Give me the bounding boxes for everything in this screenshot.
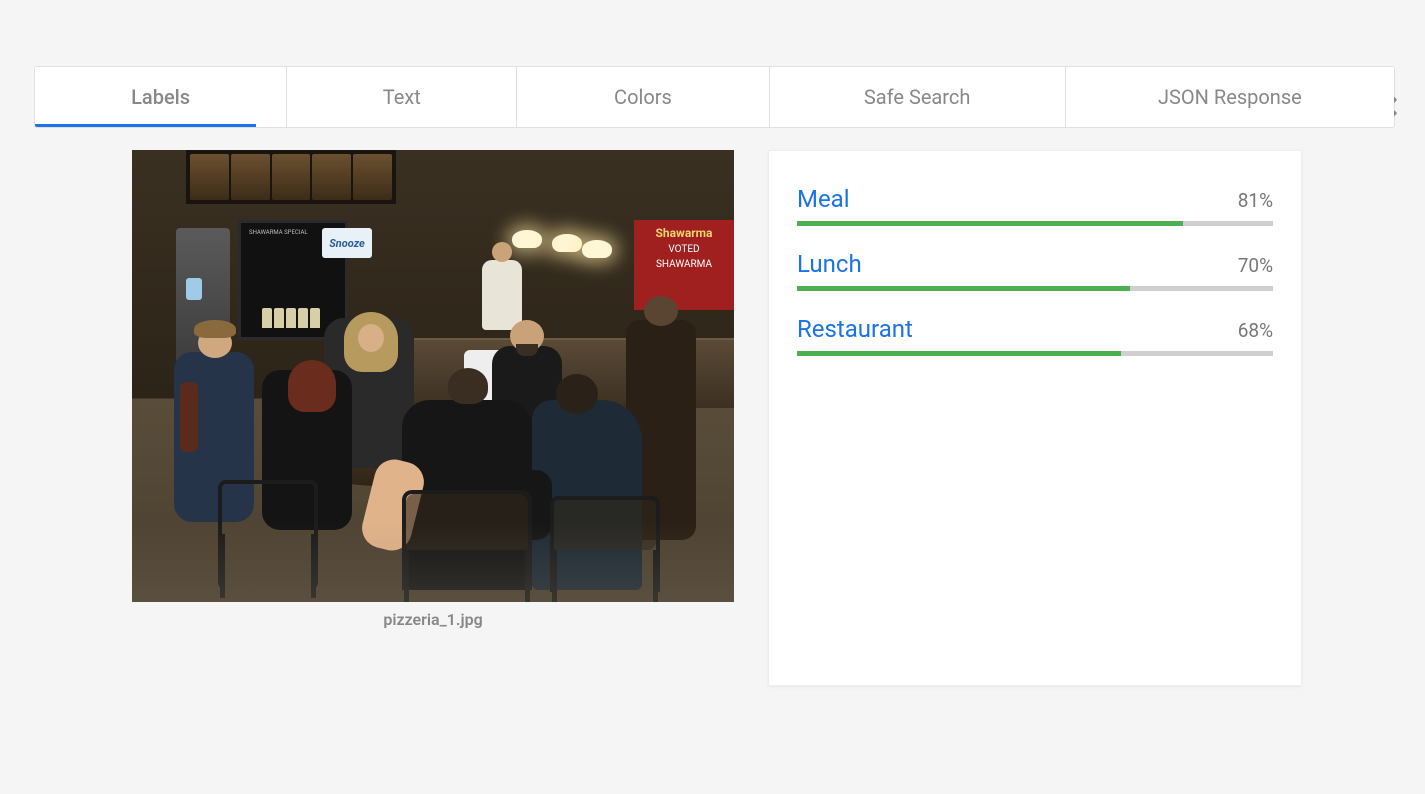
confidence-bar: [797, 351, 1273, 356]
tabs-bar: Labels Text Colors Safe Search JSON Resp…: [34, 66, 1395, 128]
image-pane: SHAWARMA SPECIAL Snooze Shawarma VOTED S…: [132, 150, 734, 686]
label-percent: 81%: [1238, 189, 1273, 212]
tab-safe-search[interactable]: Safe Search: [770, 67, 1066, 127]
confidence-fill: [797, 221, 1183, 226]
label-percent: 68%: [1238, 319, 1273, 342]
tab-json-response[interactable]: JSON Response: [1066, 67, 1394, 127]
analyzed-image: SHAWARMA SPECIAL Snooze Shawarma VOTED S…: [132, 150, 734, 602]
label-name: Lunch: [797, 250, 862, 278]
tab-labels[interactable]: Labels: [35, 67, 287, 127]
label-percent: 70%: [1238, 254, 1273, 277]
confidence-fill: [797, 286, 1130, 291]
tab-colors[interactable]: Colors: [517, 67, 769, 127]
confidence-bar: [797, 286, 1273, 291]
tab-text[interactable]: Text: [287, 67, 517, 127]
confidence-bar: [797, 221, 1273, 226]
label-row: Lunch 70%: [797, 250, 1273, 291]
label-name: Meal: [797, 185, 850, 213]
content-area: SHAWARMA SPECIAL Snooze Shawarma VOTED S…: [34, 150, 1395, 686]
image-filename: pizzeria_1.jpg: [383, 610, 482, 629]
confidence-fill: [797, 351, 1121, 356]
labels-results: Meal 81% Lunch 70% Restaurant 68%: [768, 150, 1302, 686]
label-row: Restaurant 68%: [797, 315, 1273, 356]
label-name: Restaurant: [797, 315, 913, 343]
label-row: Meal 81%: [797, 185, 1273, 226]
